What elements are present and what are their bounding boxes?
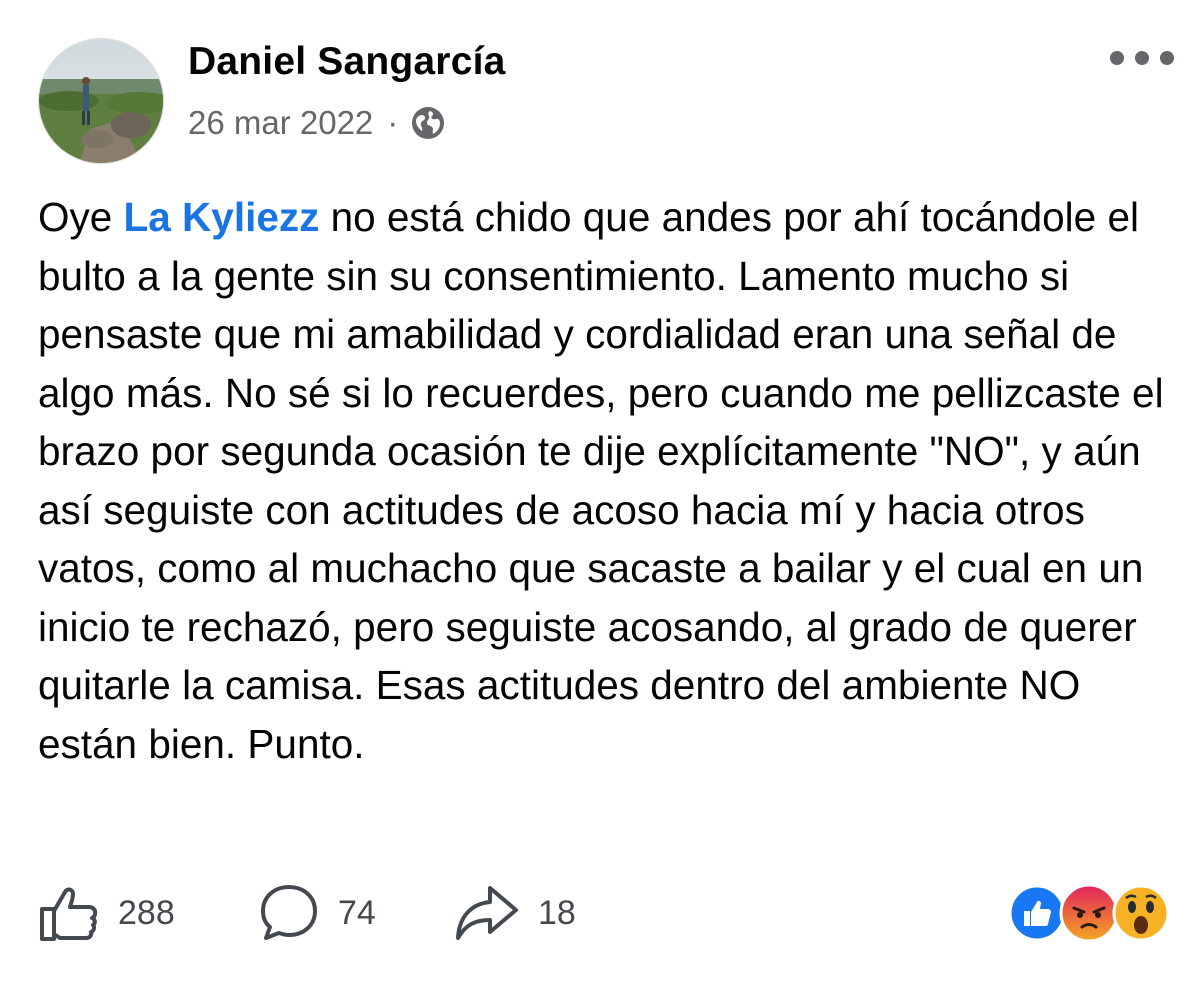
- like-count: 288: [118, 893, 175, 932]
- share-icon: [456, 886, 518, 940]
- post-footer: 288 74 18: [0, 860, 1200, 970]
- share-count: 18: [538, 893, 576, 932]
- post-date[interactable]: 26 mar 2022: [188, 104, 373, 142]
- more-options-button[interactable]: [1110, 44, 1174, 72]
- comment-count: 74: [338, 893, 376, 932]
- share-button[interactable]: 18: [454, 882, 576, 944]
- comment-icon: [261, 885, 317, 940]
- angry-reaction-icon: [1059, 883, 1119, 943]
- globe-icon: [412, 107, 445, 139]
- more-options-dot: [1110, 51, 1124, 65]
- more-options-dot: [1135, 51, 1149, 65]
- avatar-photo: [39, 39, 163, 163]
- avatar[interactable]: [38, 38, 164, 164]
- meta-separator: ·: [387, 104, 399, 141]
- more-options-dot: [1160, 51, 1174, 65]
- post-meta: 26 mar 2022 ·: [188, 104, 446, 142]
- reactions-summary[interactable]: [1008, 883, 1170, 950]
- post-text: Oye La Kyliezz no está chido que andes p…: [38, 188, 1168, 773]
- post-header: Daniel Sangarcía 26 mar 2022 ·: [0, 0, 1200, 190]
- comment-button[interactable]: 74: [258, 882, 376, 944]
- wow-reaction-icon: [1112, 884, 1170, 942]
- post-text-body: no está chido que andes por ahí tocándol…: [38, 194, 1164, 767]
- like-icon: [40, 887, 98, 941]
- mention-link[interactable]: La Kyliezz: [124, 194, 320, 240]
- author-name[interactable]: Daniel Sangarcía: [188, 40, 506, 84]
- like-button[interactable]: 288: [38, 882, 175, 944]
- post-text-intro: Oye: [38, 194, 124, 240]
